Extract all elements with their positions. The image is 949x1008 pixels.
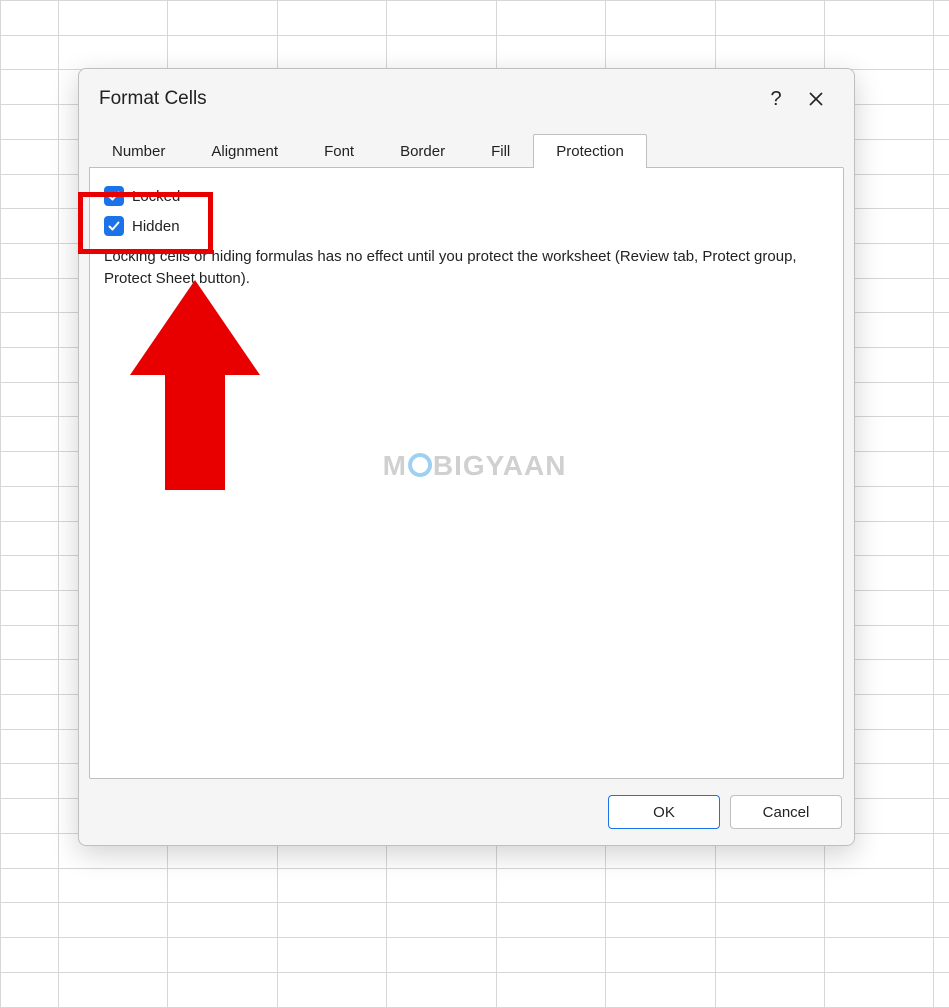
hidden-label: Hidden xyxy=(132,218,180,235)
cancel-button[interactable]: Cancel xyxy=(730,795,842,829)
locked-checkbox[interactable] xyxy=(104,186,124,206)
tab-border[interactable]: Border xyxy=(377,134,468,168)
hidden-row: Hidden xyxy=(104,216,829,236)
check-icon xyxy=(107,189,121,203)
dialog-title-bar: Format Cells ? xyxy=(79,69,854,127)
dialog-title: Format Cells xyxy=(99,88,756,110)
check-icon xyxy=(107,219,121,233)
locked-row: Locked xyxy=(104,186,829,206)
close-button[interactable] xyxy=(796,83,836,115)
tab-bar: Number Alignment Font Border Fill Protec… xyxy=(79,133,854,167)
tab-font[interactable]: Font xyxy=(301,134,377,168)
dialog-footer: OK Cancel xyxy=(79,789,854,845)
close-icon xyxy=(808,91,824,107)
format-cells-dialog: Format Cells ? Number Alignment Font Bor… xyxy=(78,68,855,846)
protection-panel: Locked Hidden Locking cells or hiding fo… xyxy=(89,167,844,779)
help-icon: ? xyxy=(770,88,781,111)
locked-label: Locked xyxy=(132,188,180,205)
tab-number[interactable]: Number xyxy=(89,134,188,168)
tab-fill[interactable]: Fill xyxy=(468,134,533,168)
ok-button[interactable]: OK xyxy=(608,795,720,829)
protection-description: Locking cells or hiding formulas has no … xyxy=(104,246,824,290)
hidden-checkbox[interactable] xyxy=(104,216,124,236)
tab-protection[interactable]: Protection xyxy=(533,134,647,168)
help-button[interactable]: ? xyxy=(756,83,796,115)
tab-alignment[interactable]: Alignment xyxy=(188,134,301,168)
